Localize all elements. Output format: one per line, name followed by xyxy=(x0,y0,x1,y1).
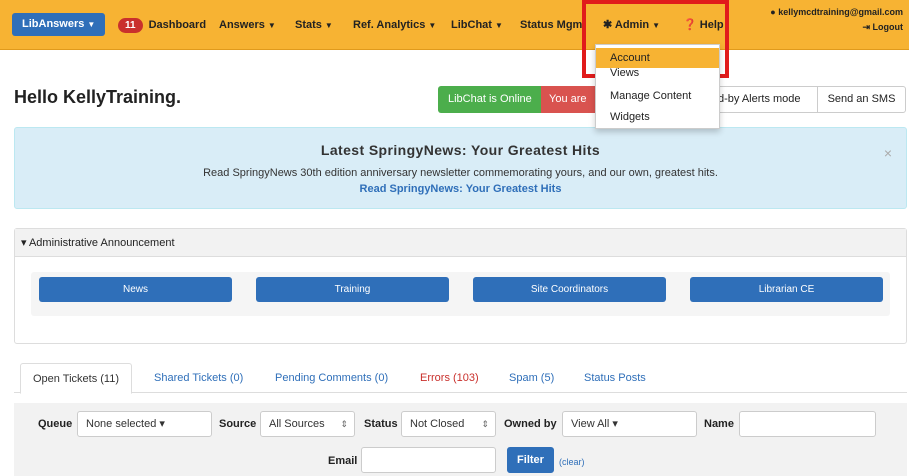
close-icon[interactable]: × xyxy=(884,145,892,161)
alert-body: Read SpringyNews 30th edition anniversar… xyxy=(203,167,718,179)
libchat-online-button[interactable]: LibChat is Online xyxy=(438,86,542,113)
tab-errors[interactable]: Errors (103) xyxy=(420,363,479,393)
status-select-value: Not Closed xyxy=(410,418,465,430)
owned-by-select[interactable]: View All ▾ xyxy=(562,411,697,437)
nav-status-mgmt-label: Status Mgmt xyxy=(520,19,586,31)
nav-libchat[interactable]: LibChat ▼ xyxy=(451,16,503,35)
select-arrows-icon: ⇕ xyxy=(481,419,489,429)
admin-menu-widgets[interactable]: Widgets xyxy=(596,107,719,127)
chevron-down-icon: ▼ xyxy=(87,20,96,29)
user-account-link[interactable]: ● kellymcdtraining@gmail.com xyxy=(770,7,903,17)
tab-open-tickets[interactable]: Open Tickets (11) xyxy=(20,363,132,394)
nav-stats[interactable]: Stats ▼ xyxy=(295,16,333,35)
ticket-filter-bar: Queue None selected ▾ Source All Sources… xyxy=(14,403,907,476)
nav-dashboard-label: Dashboard xyxy=(148,19,207,31)
logout-link[interactable]: ⇥ Logout xyxy=(862,22,903,33)
nav-status-mgmt[interactable]: Status Mgmt xyxy=(520,16,586,34)
libanswers-menu[interactable]: LibAnswers ▼ xyxy=(12,13,106,36)
news-button[interactable]: News xyxy=(39,277,232,302)
announcement-heading[interactable]: ▾ Administrative Announcement xyxy=(15,229,906,257)
page-greeting: Hello KellyTraining. xyxy=(14,87,182,107)
tab-shared-tickets[interactable]: Shared Tickets (0) xyxy=(154,363,243,393)
source-label: Source xyxy=(219,418,257,430)
nav-answers-label: Answers xyxy=(219,19,265,31)
nav-stats-label: Stats xyxy=(295,19,322,31)
admin-menu-manage-content[interactable]: Manage Content xyxy=(596,86,719,106)
chevron-down-icon: ▼ xyxy=(494,21,503,30)
alert-title: Latest SpringyNews: Your Greatest Hits xyxy=(320,142,601,158)
springynews-alert: Latest SpringyNews: Your Greatest Hits R… xyxy=(14,127,907,209)
queue-label: Queue xyxy=(38,418,73,430)
announcement-panel: ▾ Administrative Announcement News Train… xyxy=(14,228,907,344)
source-select-value: All Sources xyxy=(269,418,325,430)
source-select[interactable]: All Sources ⇕ xyxy=(260,411,355,437)
chevron-down-icon: ▼ xyxy=(428,21,437,30)
user-icon: ● xyxy=(770,7,776,17)
logout-icon: ⇥ xyxy=(862,22,870,32)
name-input[interactable] xyxy=(739,411,876,437)
tab-pending-comments[interactable]: Pending Comments (0) xyxy=(275,363,388,393)
queue-select[interactable]: None selected ▾ xyxy=(77,411,212,437)
email-input[interactable] xyxy=(361,447,496,473)
send-sms-button[interactable]: Send an SMS xyxy=(817,86,906,113)
top-navbar: LibAnswers ▼ 11 Dashboard Answers ▼ Stats ▼ … xyxy=(0,0,909,50)
chevron-down-icon: ▼ xyxy=(267,21,276,30)
status-select[interactable]: Not Closed ⇕ xyxy=(401,411,496,437)
nav-dashboard[interactable]: 11 Dashboard xyxy=(118,16,206,34)
site-coordinators-button[interactable]: Site Coordinators xyxy=(473,277,666,302)
admin-menu-account[interactable]: Account xyxy=(596,48,719,68)
alert-link[interactable]: Read SpringyNews: Your Greatest Hits xyxy=(15,183,906,195)
select-arrows-icon: ⇕ xyxy=(340,419,348,429)
nav-libchat-label: LibChat xyxy=(451,19,492,31)
tab-status-posts[interactable]: Status Posts xyxy=(584,363,646,393)
training-button[interactable]: Training xyxy=(256,277,449,302)
nav-ref-analytics-label: Ref. Analytics xyxy=(353,19,426,31)
you-are-status-button[interactable]: You are xyxy=(541,86,601,113)
email-label: Email xyxy=(328,455,358,467)
status-label: Status xyxy=(364,418,398,430)
librarian-ce-button[interactable]: Librarian CE xyxy=(690,277,883,302)
brand-label: LibAnswers xyxy=(22,18,85,30)
ticket-tabs: Open Tickets (11) Shared Tickets (0) Pen… xyxy=(14,363,907,394)
tab-spam[interactable]: Spam (5) xyxy=(509,363,554,393)
user-email: kellymcdtraining@gmail.com xyxy=(778,7,903,17)
nav-answers[interactable]: Answers ▼ xyxy=(219,16,276,35)
nav-ref-analytics[interactable]: Ref. Analytics ▼ xyxy=(353,16,436,35)
admin-menu-views[interactable]: Views xyxy=(596,67,719,79)
admin-dropdown-menu: Account Views Manage Content Widgets xyxy=(595,44,720,129)
chevron-down-icon: ▼ xyxy=(324,21,333,30)
clear-filter-link[interactable]: (clear) xyxy=(559,457,585,467)
owned-by-label: Owned by xyxy=(504,418,557,430)
filter-button[interactable]: Filter xyxy=(507,447,554,473)
logout-label: Logout xyxy=(872,22,904,32)
name-label: Name xyxy=(704,418,734,430)
dropby-alerts-button[interactable]: d-by Alerts mode xyxy=(705,86,818,113)
dashboard-count-badge: 11 xyxy=(118,18,143,33)
